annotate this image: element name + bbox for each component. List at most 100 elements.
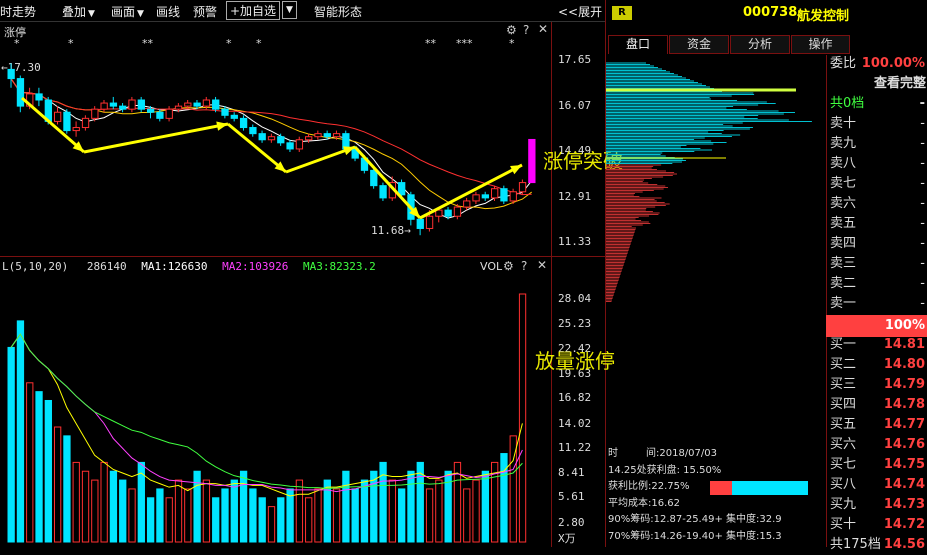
close-icon[interactable]: ✕ — [538, 22, 548, 36]
help-icon[interactable]: ? — [521, 259, 527, 273]
bid-row[interactable]: 买八 14.74 — [828, 475, 927, 495]
candle-body — [119, 105, 127, 110]
bid-row[interactable]: 买三 14.79 — [828, 375, 927, 395]
bid-row[interactable]: 买四 14.78 — [828, 395, 927, 415]
chip-profit-ratio-row: 获利比例:22.75% — [608, 479, 820, 496]
bid-row[interactable]: 买七 14.75 — [828, 455, 927, 475]
volume-bar — [239, 470, 248, 543]
candle-body — [435, 209, 443, 217]
indicator-label: L(5,10,20) — [2, 260, 69, 273]
volume-bar — [44, 399, 52, 543]
candle-body — [277, 136, 285, 144]
candle-body — [109, 102, 118, 107]
bid-label: 买八 — [830, 477, 857, 492]
tab-funds[interactable]: 资金 — [669, 35, 729, 54]
orderbook-divider — [826, 55, 827, 547]
gear-icon[interactable]: ⚙ — [503, 259, 514, 273]
volume-axis-tick: 8.41 — [558, 466, 585, 479]
bid-label: 买五 — [830, 417, 857, 432]
timeshare-button[interactable]: 时走势 — [0, 3, 36, 20]
volume-bar — [463, 488, 471, 543]
profit-ratio-bar — [710, 481, 808, 495]
bid-row[interactable]: 买五 14.77 — [828, 415, 927, 435]
ask-row[interactable]: 卖五 - — [828, 214, 927, 234]
ask-row[interactable]: 卖六 - — [828, 194, 927, 214]
candle-body — [35, 93, 43, 101]
ask-row[interactable]: 卖九 - — [828, 134, 927, 154]
bid-row[interactable]: 买六 14.76 — [828, 435, 927, 455]
candle-body — [398, 182, 406, 196]
chip-profit-ratio: 获利比例:22.75% — [608, 481, 690, 492]
ask-label: 卖五 — [830, 216, 857, 231]
add-favorite-dropdown[interactable]: ▼ — [282, 1, 297, 19]
volume-bar — [425, 488, 434, 543]
volume-axis-tick: 14.02 — [558, 417, 592, 430]
bid-row[interactable]: 共175档 14.56 — [828, 535, 927, 555]
view-full-link[interactable]: 查看完整 — [874, 74, 926, 94]
alert-button[interactable]: 预警 — [193, 3, 217, 20]
candle-body — [481, 194, 490, 199]
drawing-button[interactable]: 画面 ▼ — [111, 3, 144, 20]
candle-body — [267, 136, 276, 141]
volume-bar — [267, 506, 276, 543]
smart-pattern-button[interactable]: 智能形态 — [314, 3, 362, 20]
ma2-label: MA2:103926 — [222, 260, 289, 273]
tab-orderbook[interactable]: 盘口 — [608, 35, 668, 54]
close-icon[interactable]: ✕ — [537, 258, 547, 272]
volume-bar — [230, 479, 238, 543]
ma-line — [10, 78, 533, 219]
dropdown-icon: ▼ — [88, 9, 95, 19]
candle-body — [453, 206, 462, 217]
volume-annotation: 放量涨停 — [535, 349, 615, 373]
volume-bar — [53, 426, 62, 543]
bid-row[interactable]: 买十 14.72 — [828, 515, 927, 535]
candle-body — [128, 99, 136, 110]
overlay-button[interactable]: 叠加 ▼ — [62, 3, 95, 20]
bid-price: 14.77 — [883, 417, 925, 432]
volume-axis-tick: 16.82 — [558, 391, 592, 404]
volume-bar — [370, 470, 378, 543]
ask-label: 卖十 — [830, 116, 857, 131]
help-icon[interactable]: ? — [523, 23, 529, 37]
ask-row[interactable]: 卖三 - — [828, 254, 927, 274]
volume-bar — [305, 497, 313, 543]
volume-ma-line — [10, 333, 523, 493]
draw-line-button[interactable]: 画线 — [156, 3, 180, 20]
margin-badge: R — [612, 6, 632, 20]
tab-operation[interactable]: 操作 — [791, 35, 850, 54]
bid-row[interactable]: 买一 14.81 — [828, 335, 927, 355]
expand-button[interactable]: <<展开 — [558, 3, 602, 20]
candle-body — [174, 105, 183, 110]
ask-row[interactable]: 卖八 - — [828, 154, 927, 174]
volume-bar — [128, 488, 136, 543]
volume-bar — [388, 479, 397, 543]
add-favorite-button[interactable]: +加自选 — [226, 1, 281, 20]
volume-bar — [472, 479, 480, 543]
volume-bar — [435, 479, 443, 543]
gear-icon[interactable]: ⚙ — [506, 23, 517, 37]
volume-chart — [7, 293, 527, 543]
ask-row[interactable]: 卖七 - — [828, 174, 927, 194]
volume-bar — [174, 479, 183, 543]
bid-price: 14.74 — [883, 477, 925, 492]
candle-body — [314, 133, 322, 138]
ask-label: 卖六 — [830, 196, 857, 211]
tab-analysis[interactable]: 分析 — [730, 35, 790, 54]
volume-bar — [7, 346, 15, 543]
ask-row[interactable]: 卖二 - — [828, 274, 927, 294]
chip-profit-at: 14.25处获利盘: 15.50% — [608, 464, 722, 476]
bid-row[interactable]: 买二 14.80 — [828, 355, 927, 375]
ask-label: 卖八 — [830, 156, 857, 171]
candle-body — [165, 108, 173, 119]
bid-row[interactable]: 买九 14.73 — [828, 495, 927, 515]
ask-row[interactable]: 卖一 - — [828, 294, 927, 314]
stock-code: 000738 — [743, 5, 798, 20]
ask-row[interactable]: 卖十 - — [828, 114, 927, 134]
drawing-label: 画面 — [111, 5, 136, 19]
bid-price: 14.72 — [883, 517, 925, 532]
axis-line — [551, 22, 552, 547]
ask-row[interactable]: 卖四 - — [828, 234, 927, 254]
volume-bar — [193, 470, 201, 543]
candle-body — [509, 191, 517, 202]
ask-price: - — [920, 216, 925, 231]
